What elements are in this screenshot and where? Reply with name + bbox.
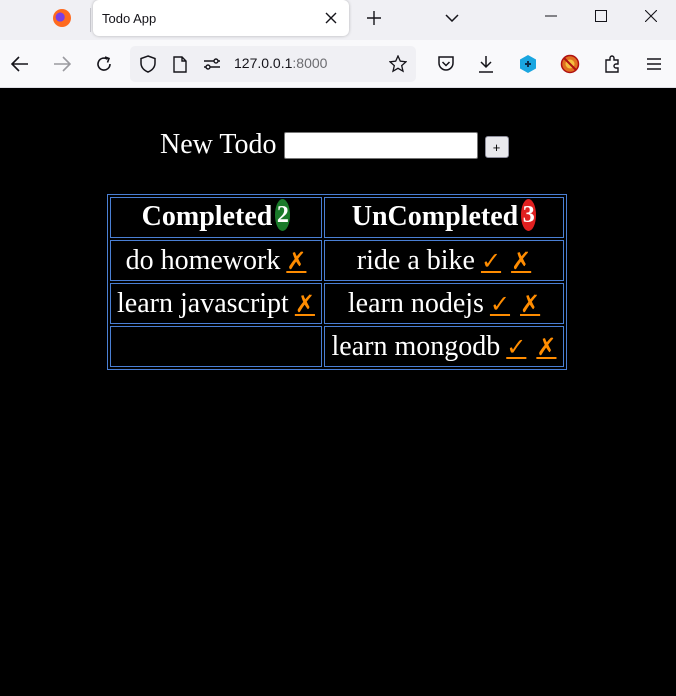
page-content: New Todo + Completed 2 UnCompleted 3 do ho…: [0, 88, 676, 696]
todo-text: ride a bike: [356, 244, 475, 276]
todo-text: do homework: [125, 244, 281, 276]
complete-todo-button[interactable]: ✓: [490, 290, 510, 318]
pocket-icon[interactable]: [432, 50, 460, 78]
tab-todo-app[interactable]: Todo App: [93, 0, 349, 36]
extensions-puzzle-icon[interactable]: [598, 50, 626, 78]
plus-icon[interactable]: [358, 2, 390, 34]
new-todo-form: New Todo +: [160, 129, 509, 161]
uncompleted-item: learn mongodb ✓ ✗: [324, 326, 564, 367]
table-header-row: Completed 2 UnCompleted 3: [110, 197, 564, 238]
delete-todo-button[interactable]: ✗: [520, 290, 540, 318]
completed-header: Completed 2: [110, 197, 322, 238]
navigation-bar: 127.0.0.1:8000: [0, 40, 676, 88]
back-icon[interactable]: [6, 50, 34, 78]
download-icon[interactable]: [472, 50, 500, 78]
extension-blocked-icon[interactable]: [556, 50, 584, 78]
shield-icon[interactable]: [136, 52, 160, 76]
uncompleted-header-label: UnCompleted: [351, 200, 519, 232]
table-row: learn mongodb ✓ ✗: [110, 326, 564, 367]
uncompleted-item: learn nodejs ✓ ✗: [324, 283, 564, 324]
menu-icon[interactable]: [640, 50, 668, 78]
maximize-icon[interactable]: [576, 0, 626, 32]
new-todo-label: New Todo: [160, 129, 277, 160]
chevron-down-icon[interactable]: [438, 4, 466, 32]
todo-text: learn javascript: [117, 287, 289, 319]
firefox-icon: [53, 9, 71, 27]
completed-item: do homework ✗: [110, 240, 322, 281]
minimize-icon[interactable]: [526, 0, 576, 32]
table-row: learn javascript ✗ learn nodejs ✓ ✗: [110, 283, 564, 324]
permissions-icon[interactable]: [200, 52, 224, 76]
uncompleted-header: UnCompleted 3: [324, 197, 564, 238]
completed-header-label: Completed: [141, 200, 273, 232]
todo-text: learn mongodb: [331, 330, 501, 362]
url-text[interactable]: 127.0.0.1:8000: [234, 55, 327, 71]
url-bar[interactable]: 127.0.0.1:8000: [130, 46, 416, 82]
bookmark-star-icon[interactable]: [386, 52, 410, 76]
todo-table: Completed 2 UnCompleted 3 do homework ✗ rid…: [107, 194, 567, 370]
firefox-tab[interactable]: [44, 6, 80, 30]
reload-icon[interactable]: [90, 50, 118, 78]
delete-todo-button[interactable]: ✗: [536, 333, 556, 361]
url-port: :8000: [292, 55, 328, 71]
forward-icon[interactable]: [48, 50, 76, 78]
tab-divider: [90, 8, 91, 32]
completed-empty-cell: [110, 326, 322, 367]
completed-count-badge: 2: [275, 199, 291, 232]
complete-todo-button[interactable]: ✓: [506, 333, 526, 361]
tab-title: Todo App: [102, 10, 157, 26]
add-todo-button[interactable]: +: [484, 136, 509, 158]
tab-bar: Todo App: [0, 0, 676, 40]
close-icon[interactable]: [317, 4, 345, 32]
page-icon[interactable]: [168, 52, 192, 76]
delete-todo-button[interactable]: ✗: [295, 290, 315, 318]
url-host: 127.0.0.1: [234, 55, 293, 71]
complete-todo-button[interactable]: ✓: [481, 247, 501, 275]
extension-blue-icon[interactable]: [514, 50, 542, 78]
window-close-icon[interactable]: [626, 0, 676, 32]
new-todo-input[interactable]: [283, 131, 478, 159]
completed-item: learn javascript ✗: [110, 283, 322, 324]
delete-todo-button[interactable]: ✗: [511, 247, 531, 275]
delete-todo-button[interactable]: ✗: [286, 247, 306, 275]
table-row: do homework ✗ ride a bike ✓ ✗: [110, 240, 564, 281]
todo-text: learn nodejs: [347, 287, 484, 319]
uncompleted-item: ride a bike ✓ ✗: [324, 240, 564, 281]
uncompleted-count-badge: 3: [521, 199, 537, 232]
